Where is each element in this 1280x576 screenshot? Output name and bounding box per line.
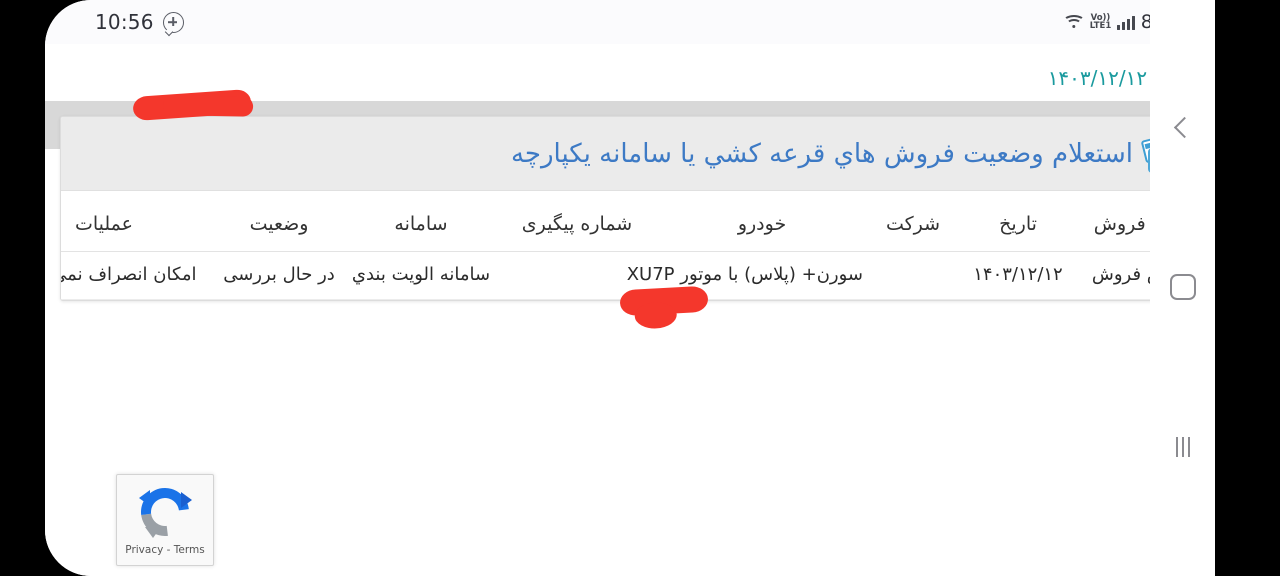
cell-company xyxy=(867,251,959,300)
screenshot-root: 10:56 Vo)) LTE1 88% xyxy=(0,0,1280,576)
cell-system: سامانه الویت بندي xyxy=(345,251,497,300)
col-header-car: خودرو xyxy=(657,191,867,252)
volte-label-bottom: LTE1 xyxy=(1089,21,1112,31)
inquiry-result-card: استعلام وضعيت فروش هاي قرعه كشي يا سامان… xyxy=(60,116,1200,301)
card-header: استعلام وضعيت فروش هاي قرعه كشي يا سامان… xyxy=(61,117,1199,191)
table-row[interactable]: ۱ ۴۸۶۱ پیش فروش ۱۴۰۳/۱۲/۱۲ سورن+ (پلاس) … xyxy=(61,251,1199,300)
status-clock: 10:56 xyxy=(95,10,154,34)
wifi-icon xyxy=(1062,14,1085,30)
add-bubble-icon xyxy=(162,11,184,36)
home-square-icon[interactable] xyxy=(1166,270,1200,304)
col-header-date: تاریخ xyxy=(959,191,1077,252)
volte-icon: Vo)) LTE1 xyxy=(1089,13,1112,31)
status-bar: 10:56 Vo)) LTE1 88% xyxy=(45,0,1215,44)
col-header-operations: عملیات xyxy=(61,191,213,252)
phone-screen: 10:56 Vo)) LTE1 88% xyxy=(45,0,1215,576)
col-header-tracking: شماره پیگیری xyxy=(497,191,657,252)
col-header-system: سامانه xyxy=(345,191,497,252)
card-title: استعلام وضعيت فروش هاي قرعه كشي يا سامان… xyxy=(510,138,1133,169)
results-table: ردیف کد بخشنامه نوع فروش تاریخ شرکت خودر… xyxy=(61,191,1199,300)
cell-date: ۱۴۰۳/۱۲/۱۲ xyxy=(959,251,1077,300)
web-page-content: تاریخ: ۱۴۰۳/۱۲/۱۲ الالالالا استعلام وضعي… xyxy=(45,44,1215,576)
recaptcha-badge[interactable]: Privacy - Terms xyxy=(116,474,214,566)
table-header-row: ردیف کد بخشنامه نوع فروش تاریخ شرکت خودر… xyxy=(61,191,1199,252)
cell-operations: امکان انصراف نمی باشد xyxy=(61,251,213,300)
recaptcha-logo-icon xyxy=(131,478,199,546)
status-bar-left: 10:56 xyxy=(95,10,184,36)
recaptcha-privacy-terms[interactable]: Privacy - Terms xyxy=(125,544,204,556)
signal-bars-icon xyxy=(1117,14,1135,30)
android-nav-bar xyxy=(1150,0,1215,576)
back-chevron-icon[interactable] xyxy=(1166,110,1200,144)
col-header-status: وضعیت xyxy=(213,191,345,252)
results-table-wrapper: ردیف کد بخشنامه نوع فروش تاریخ شرکت خودر… xyxy=(61,191,1199,300)
recents-bars-icon[interactable] xyxy=(1166,430,1200,464)
cell-status: در حال بررسی xyxy=(213,251,345,300)
cell-car: سورن+ (پلاس) با موتور XU7P xyxy=(627,251,867,300)
col-header-company: شرکت xyxy=(867,191,959,252)
